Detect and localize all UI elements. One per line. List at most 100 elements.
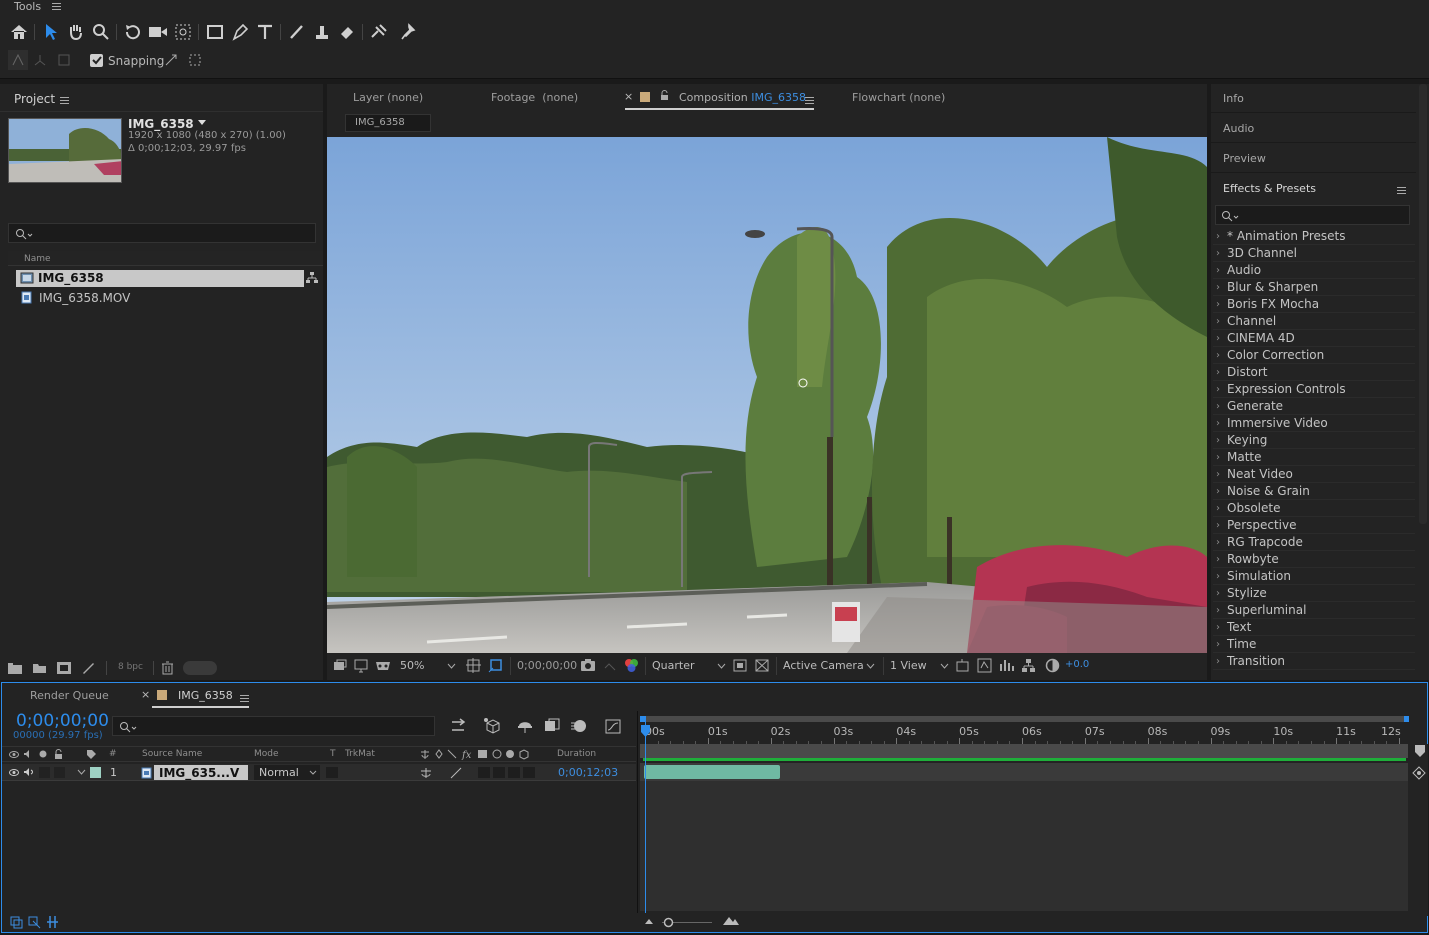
effects-category-item[interactable]: › RG Trapcode [1213, 534, 1415, 551]
effects-category-item[interactable]: › Matte [1213, 449, 1415, 466]
chevron-right-icon[interactable]: › [1216, 517, 1220, 534]
camera-dropdown[interactable]: Active Camera [776, 657, 876, 675]
show-snapshot-icon[interactable] [603, 658, 617, 672]
effects-menu-icon[interactable] [1397, 184, 1406, 197]
chevron-right-icon[interactable]: › [1216, 602, 1220, 619]
world-axis-icon[interactable] [30, 50, 50, 70]
timeline-timecode[interactable]: 0;00;00;00 [16, 711, 109, 731]
zoom-in-icon[interactable] [722, 915, 740, 926]
playhead-line[interactable] [645, 716, 646, 913]
chevron-right-icon[interactable]: › [1216, 296, 1220, 313]
pan-behind-tool-icon[interactable] [172, 20, 194, 44]
transparency-grid-icon[interactable] [755, 659, 769, 672]
audio-panel-header[interactable]: Audio [1211, 114, 1416, 143]
bit-depth-button[interactable]: 8 bpc [106, 661, 154, 675]
chevron-right-icon[interactable]: › [1216, 432, 1220, 449]
project-settings-icon[interactable] [81, 661, 96, 675]
layer-label-color[interactable] [90, 767, 101, 778]
project-menu-icon[interactable] [60, 94, 69, 107]
close-tab-icon[interactable]: × [141, 688, 150, 701]
chevron-right-icon[interactable]: › [1216, 585, 1220, 602]
zoom-slider-thumb[interactable] [663, 917, 674, 928]
mode-column-header[interactable]: Mode [254, 749, 279, 759]
project-item-row[interactable]: IMG_6358 [16, 270, 304, 287]
tab-timeline-comp[interactable]: IMG_6358 [178, 689, 233, 702]
roto-brush-tool-icon[interactable] [368, 20, 390, 44]
monitor-icon[interactable] [354, 659, 368, 673]
view-axis-icon[interactable] [54, 50, 74, 70]
resolution-dropdown[interactable]: Quarter [645, 657, 727, 675]
new-composition-icon[interactable] [56, 661, 72, 675]
chevron-right-icon[interactable]: › [1216, 279, 1220, 296]
effects-category-item[interactable]: › Transition [1213, 653, 1415, 670]
type-tool-icon[interactable] [254, 20, 276, 44]
effects-category-item[interactable]: › Obsolete [1213, 500, 1415, 517]
rotate-tool-icon[interactable] [122, 20, 144, 44]
keyframe-nav-icon[interactable] [1412, 766, 1426, 780]
snapping-checkbox[interactable] [90, 54, 103, 67]
chevron-right-icon[interactable]: › [1216, 330, 1220, 347]
effects-category-item[interactable]: › Noise & Grain [1213, 483, 1415, 500]
tab-composition[interactable]: Composition IMG_6358 [679, 91, 806, 104]
selection-tool-icon[interactable] [40, 20, 62, 44]
chevron-right-icon[interactable]: › [1216, 415, 1220, 432]
effects-category-item[interactable]: › Rowbyte [1213, 551, 1415, 568]
zoom-out-icon[interactable] [644, 917, 654, 925]
playhead-handle-icon[interactable] [640, 724, 651, 738]
clone-stamp-tool-icon[interactable] [311, 20, 333, 44]
transfer-controls-toggle-icon[interactable] [28, 916, 41, 929]
effects-category-item[interactable]: › Neat Video [1213, 466, 1415, 483]
expand-layer-chevron-icon[interactable] [77, 769, 86, 775]
close-tab-icon[interactable]: × [624, 90, 633, 103]
effects-category-item[interactable]: › Keying [1213, 432, 1415, 449]
effects-category-item[interactable]: › Text [1213, 619, 1415, 636]
lock-icon[interactable] [54, 749, 63, 760]
name-column-header[interactable]: Name [24, 254, 51, 264]
project-tab[interactable]: Project [14, 92, 55, 106]
interpret-footage-icon[interactable] [7, 662, 23, 675]
effects-category-item[interactable]: › Audio [1213, 262, 1415, 279]
new-folder-icon[interactable] [32, 661, 47, 674]
effects-category-item[interactable]: › Boris FX Mocha [1213, 296, 1415, 313]
composition-mini-flowchart-icon[interactable] [450, 718, 468, 734]
project-item-row[interactable]: IMG_6358.MOV [16, 289, 304, 306]
effects-category-item[interactable]: › CINEMA 4D [1213, 330, 1415, 347]
hand-tool-icon[interactable] [65, 20, 87, 44]
blend-mode-dropdown[interactable]: Normal [254, 765, 320, 780]
chevron-right-icon[interactable]: › [1216, 313, 1220, 330]
draft-3d-icon[interactable] [483, 717, 501, 735]
mask-visibility-icon[interactable] [375, 659, 391, 673]
audio-icon[interactable] [23, 767, 35, 777]
frame-blend-switch[interactable] [493, 767, 505, 778]
snap-edges-icon[interactable] [161, 50, 181, 70]
chevron-right-icon[interactable]: › [1216, 619, 1220, 636]
brush-tool-icon[interactable] [286, 20, 308, 44]
motion-blur-switch[interactable] [508, 767, 520, 778]
pen-tool-icon[interactable] [229, 20, 251, 44]
chevron-right-icon[interactable]: › [1216, 449, 1220, 466]
rectangle-tool-icon[interactable] [204, 20, 226, 44]
home-icon[interactable] [8, 20, 30, 44]
chevron-right-icon[interactable]: › [1216, 398, 1220, 415]
comp-end-marker-icon[interactable] [1414, 744, 1426, 758]
timeline-menu-icon[interactable] [240, 692, 249, 705]
shy-switch-icon[interactable] [420, 767, 432, 779]
layer-row[interactable]: 1 IMG_635...V Normal 0;00;12;03 [2, 764, 636, 781]
current-time-display[interactable]: 0;00;00;00 [510, 657, 577, 675]
time-navigator[interactable] [640, 716, 1408, 722]
source-name-column-header[interactable]: Source Name [142, 749, 202, 759]
layer-duration-bar[interactable] [644, 765, 780, 779]
local-axis-icon[interactable] [8, 50, 28, 70]
puppet-pin-tool-icon[interactable] [398, 20, 420, 44]
motion-blur-icon[interactable] [570, 718, 588, 734]
effects-category-item[interactable]: › Immersive Video [1213, 415, 1415, 432]
eye-icon[interactable] [9, 768, 19, 777]
chevron-right-icon[interactable]: › [1216, 228, 1220, 245]
layer-track[interactable] [640, 763, 1408, 781]
label-tag-icon[interactable] [86, 749, 97, 760]
fast-previews-icon[interactable] [733, 659, 747, 672]
chevron-right-icon[interactable]: › [1216, 262, 1220, 279]
effects-category-item[interactable]: › Expression Controls [1213, 381, 1415, 398]
graph-editor-icon[interactable] [604, 717, 622, 735]
effects-search-input[interactable] [1215, 205, 1410, 225]
